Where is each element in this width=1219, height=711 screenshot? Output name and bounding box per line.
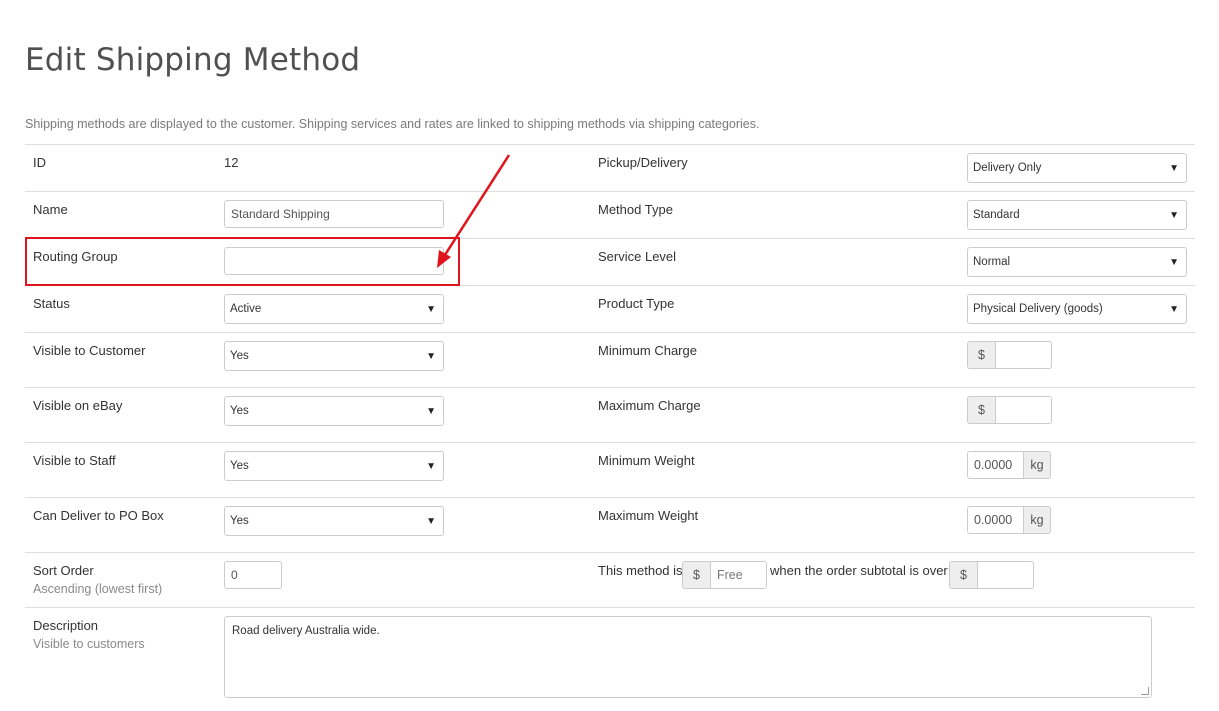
minimum-weight-group: 0.0000 kg: [967, 451, 1051, 479]
chevron-down-icon: ▼: [1169, 256, 1179, 268]
po-box-value: Yes: [230, 515, 249, 527]
intro-text: Shipping methods are displayed to the cu…: [25, 117, 760, 131]
service-level-label: Service Level: [598, 249, 677, 264]
name-input[interactable]: Standard Shipping: [224, 200, 444, 228]
shipping-method-form: ID 12 Pickup/Delivery Delivery Only ▼ Na…: [25, 144, 1195, 707]
chevron-down-icon: ▼: [426, 515, 436, 527]
status-label: Status: [33, 296, 70, 311]
currency-addon: $: [967, 396, 995, 424]
method-type-value: Standard: [973, 209, 1020, 221]
pickup-delivery-label: Pickup/Delivery: [598, 155, 688, 170]
description-textarea[interactable]: Road delivery Australia wide.: [224, 616, 1152, 698]
form-row-id: ID 12 Pickup/Delivery Delivery Only ▼: [25, 144, 1195, 191]
form-row-description: Description Visible to customers Road de…: [25, 607, 1195, 707]
description-label: Description Visible to customers: [33, 618, 145, 651]
visible-customer-select[interactable]: Yes ▼: [224, 341, 444, 371]
status-value: Active: [230, 303, 262, 315]
sort-order-input[interactable]: 0: [224, 561, 282, 589]
visible-ebay-label: Visible on eBay: [33, 398, 123, 413]
po-box-label: Can Deliver to PO Box: [33, 508, 164, 523]
subtotal-threshold-group: $: [949, 561, 1034, 589]
form-row-name: Name Standard Shipping Method Type Stand…: [25, 191, 1195, 238]
name-input-value: Standard Shipping: [231, 207, 330, 221]
currency-addon: $: [967, 341, 995, 369]
minimum-charge-input[interactable]: [995, 341, 1052, 369]
sort-order-hint: Ascending (lowest first): [33, 582, 163, 596]
status-select[interactable]: Active ▼: [224, 294, 444, 324]
form-row-visible-customer: Visible to Customer Yes ▼ Minimum Charge…: [25, 332, 1195, 387]
maximum-charge-group: $: [967, 396, 1052, 424]
maximum-charge-label: Maximum Charge: [598, 398, 701, 413]
chevron-down-icon: ▼: [426, 350, 436, 362]
chevron-down-icon: ▼: [1169, 209, 1179, 221]
product-type-value: Physical Delivery (goods): [973, 303, 1103, 315]
weight-unit-addon: kg: [1024, 451, 1051, 479]
routing-group-label: Routing Group: [33, 249, 118, 264]
chevron-down-icon: ▼: [1169, 303, 1179, 315]
sort-order-label-text: Sort Order: [33, 563, 94, 578]
visible-staff-value: Yes: [230, 460, 249, 472]
page-title: Edit Shipping Method: [25, 42, 361, 78]
visible-customer-label: Visible to Customer: [33, 343, 146, 358]
maximum-weight-input[interactable]: 0.0000: [967, 506, 1024, 534]
service-level-value: Normal: [973, 256, 1011, 268]
minimum-weight-input[interactable]: 0.0000: [967, 451, 1024, 479]
free-amount-group: $ Free: [682, 561, 767, 589]
minimum-charge-label: Minimum Charge: [598, 343, 697, 358]
pickup-delivery-value: Delivery Only: [973, 162, 1042, 174]
product-type-select[interactable]: Physical Delivery (goods) ▼: [967, 294, 1187, 324]
minimum-charge-group: $: [967, 341, 1052, 369]
chevron-down-icon: ▼: [1169, 162, 1179, 174]
po-box-select[interactable]: Yes ▼: [224, 506, 444, 536]
visible-ebay-value: Yes: [230, 405, 249, 417]
pickup-delivery-select[interactable]: Delivery Only ▼: [967, 153, 1187, 183]
id-value: 12: [224, 155, 239, 170]
visible-staff-select[interactable]: Yes ▼: [224, 451, 444, 481]
sort-order-label: Sort Order Ascending (lowest first): [33, 563, 162, 596]
form-row-po-box: Can Deliver to PO Box Yes ▼ Maximum Weig…: [25, 497, 1195, 552]
minimum-weight-label: Minimum Weight: [598, 453, 695, 468]
subtotal-threshold-input[interactable]: [977, 561, 1034, 589]
product-type-label: Product Type: [598, 296, 675, 311]
routing-group-input[interactable]: [224, 247, 444, 275]
form-row-status: Status Active ▼ Product Type Physical De…: [25, 285, 1195, 332]
id-label: ID: [33, 155, 46, 170]
currency-addon: $: [949, 561, 977, 589]
description-label-text: Description: [33, 618, 99, 633]
name-label: Name: [33, 202, 68, 217]
method-type-select[interactable]: Standard ▼: [967, 200, 1187, 230]
visible-staff-label: Visible to Staff: [33, 453, 116, 468]
maximum-weight-label: Maximum Weight: [598, 508, 699, 523]
free-rule-label: This method is: [598, 563, 683, 578]
resize-handle-icon[interactable]: [1141, 687, 1149, 695]
description-hint: Visible to customers: [33, 637, 145, 651]
chevron-down-icon: ▼: [426, 303, 436, 315]
visible-customer-value: Yes: [230, 350, 249, 362]
free-amount-input[interactable]: Free: [710, 561, 767, 589]
description-value: Road delivery Australia wide.: [232, 625, 380, 637]
currency-addon: $: [682, 561, 710, 589]
weight-unit-addon: kg: [1024, 506, 1051, 534]
method-type-label: Method Type: [598, 202, 673, 217]
free-rule-middle-text: when the order subtotal is over: [770, 563, 948, 578]
chevron-down-icon: ▼: [426, 460, 436, 472]
form-row-routing-group: Routing Group Service Level Normal ▼: [25, 238, 1195, 285]
sort-order-value: 0: [231, 568, 238, 582]
form-row-visible-ebay: Visible on eBay Yes ▼ Maximum Charge $: [25, 387, 1195, 442]
visible-ebay-select[interactable]: Yes ▼: [224, 396, 444, 426]
chevron-down-icon: ▼: [426, 405, 436, 417]
maximum-weight-group: 0.0000 kg: [967, 506, 1051, 534]
form-row-sort-order: Sort Order Ascending (lowest first) 0 Th…: [25, 552, 1195, 607]
service-level-select[interactable]: Normal ▼: [967, 247, 1187, 277]
maximum-charge-input[interactable]: [995, 396, 1052, 424]
form-row-visible-staff: Visible to Staff Yes ▼ Minimum Weight 0.…: [25, 442, 1195, 497]
